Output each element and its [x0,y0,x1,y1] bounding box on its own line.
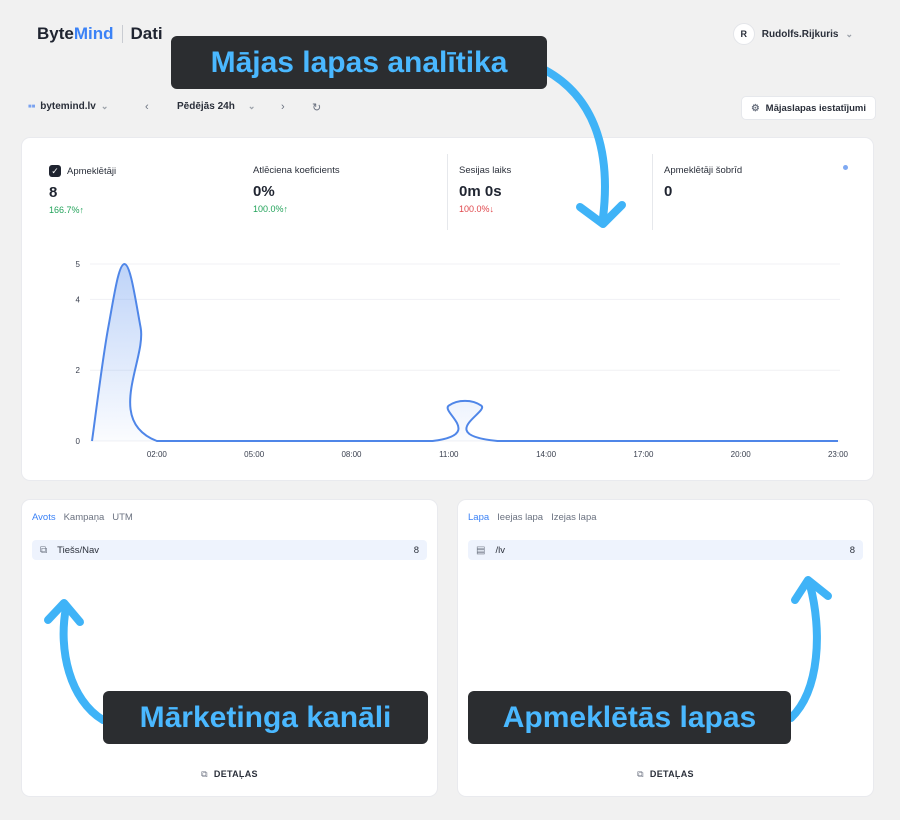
site-settings-button[interactable]: ⚙ Mājaslapas iestatījumi [741,96,876,120]
chevron-down-icon: ⌄ [247,101,256,111]
visitors-chart: 0 2 4 5 02:00 05:00 08:00 11:00 14:00 17:00 20:00… [76,260,849,459]
x-tick-label: 14:00 [536,450,557,459]
y-tick-label: 5 [76,260,81,269]
x-tick-label: 17:00 [633,450,654,459]
tab-entry-page[interactable]: Ieejas lapa [497,512,543,523]
prev-period-button[interactable]: ‹ [145,101,149,113]
y-tick-label: 2 [76,366,81,375]
x-tick-label: 05:00 [244,450,265,459]
analytics-card: ✓ Apmeklētāji 8 166.7%↑ Atlēciena koefici… [21,137,874,481]
chart-area [92,264,838,441]
brand-logo[interactable]: Byte Mind Dati [37,24,163,44]
sources-card: Avots Kampaņa UTM ⧉ Tiešs/Nav 8 ⧉ DETAĻAS [21,499,438,797]
source-label: Tiešs/Nav [57,544,100,556]
section-title: Dati [130,24,163,43]
external-link-icon: ⧉ [40,544,48,556]
brand-name-part1: Byte [37,24,74,43]
x-tick-label: 20:00 [731,450,752,459]
user-menu[interactable]: R Rudolfs.Rijkuris ⌄ [732,23,853,45]
page-path: /lv [495,544,505,556]
document-icon: ▤ [476,544,486,556]
site-favicon-icon: ■■ [28,103,36,110]
y-tick-label: 4 [76,295,81,304]
brand-divider [121,25,123,43]
tab-utm[interactable]: UTM [112,512,133,523]
site-selector[interactable]: ■■ bytemind.lv ⌄ [28,101,108,112]
tab-source[interactable]: Avots [32,512,56,523]
source-count: 8 [413,544,419,556]
external-link-icon: ⧉ [201,769,208,779]
y-tick-label: 0 [76,437,81,446]
period-selector[interactable]: Pēdējās 24h ⌄ [177,101,255,112]
site-settings-label: Mājaslapas iestatījumi [765,102,866,114]
brand-name-part2: Mind [73,24,114,43]
callout-marketing: Mārketinga kanāli [103,691,428,744]
details-label: DETAĻAS [649,769,694,779]
callout-analytics: Mājas lapas analītika [171,36,547,89]
x-tick-label: 11:00 [439,450,459,459]
refresh-icon[interactable]: ↻ [312,101,321,114]
pages-card: Lapa Ieejas lapa Izejas lapa ▤ /lv 8 ⧉ DE… [457,499,874,797]
chevron-down-icon: ⌄ [845,28,853,39]
details-label: DETAĻAS [213,769,258,779]
avatar: R [732,23,755,45]
tab-page[interactable]: Lapa [468,512,489,523]
sources-details-button[interactable]: ⧉ DETAĻAS [22,769,437,780]
chevron-down-icon: ⌄ [100,101,109,111]
list-item[interactable]: ⧉ Tiešs/Nav 8 [32,540,427,560]
gear-icon: ⚙ [751,102,760,114]
pages-tabs: Lapa Ieejas lapa Izejas lapa [468,512,597,523]
page-count: 8 [849,544,855,556]
tab-exit-page[interactable]: Izejas lapa [551,512,596,523]
external-link-icon: ⧉ [637,769,644,779]
x-tick-label: 08:00 [341,450,362,459]
user-name: Rudolfs.Rijkuris [761,28,839,40]
sources-tabs: Avots Kampaņa UTM [32,512,133,523]
next-period-button[interactable]: › [281,101,285,113]
list-item[interactable]: ▤ /lv 8 [468,540,863,560]
x-tick-label: 02:00 [147,450,168,459]
site-name: bytemind.lv [40,101,96,112]
toolbar: ■■ bytemind.lv ⌄ ‹ Pēdējās 24h ⌄ › ↻ ⚙ M… [28,96,876,120]
x-tick-label: 23:00 [828,450,849,459]
pages-details-button[interactable]: ⧉ DETAĻAS [458,769,873,780]
callout-visited-pages: Apmeklētās lapas [468,691,791,744]
period-label: Pēdējās 24h [177,101,235,112]
tab-campaign[interactable]: Kampaņa [64,512,105,523]
